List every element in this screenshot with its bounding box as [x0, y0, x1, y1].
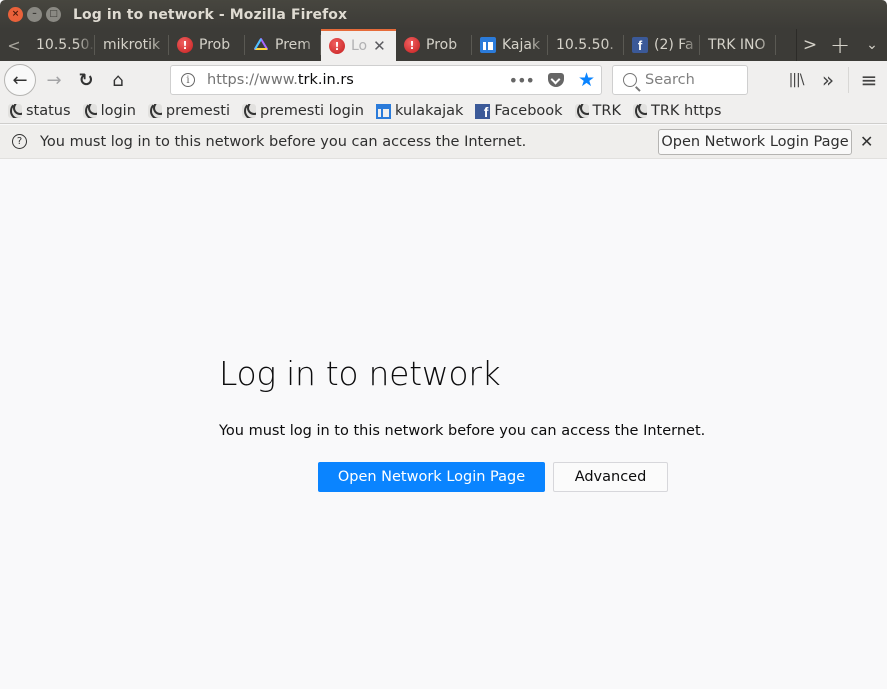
- page-actions-icon[interactable]: •••: [509, 71, 535, 90]
- bookmark-item[interactable]: f Facebook: [475, 103, 563, 119]
- open-network-login-button[interactable]: Open Network Login Page: [318, 462, 545, 492]
- advanced-button[interactable]: Advanced: [553, 462, 668, 492]
- mikrotik-icon: [8, 104, 22, 118]
- mikrotik-icon: [574, 104, 589, 118]
- tab-scroll-right-button[interactable]: >: [797, 29, 823, 61]
- back-button[interactable]: ←: [4, 64, 36, 96]
- mikrotik-icon: [82, 104, 97, 118]
- tab-scroll-left-button[interactable]: <: [0, 29, 28, 61]
- tab[interactable]: 10.5.50.: [548, 29, 624, 61]
- bookmark-label: TRK: [592, 103, 621, 119]
- bookmark-item[interactable]: TRK https: [633, 103, 721, 119]
- bookmark-label: premesti login: [259, 103, 364, 119]
- window-close-button[interactable]: ×: [8, 7, 23, 22]
- tabstrip-controls: > + ⌄: [796, 29, 887, 61]
- page-content: Log in to network You must log in to thi…: [0, 160, 887, 689]
- window-maximize-button[interactable]: □: [46, 7, 61, 22]
- facebook-icon: f: [475, 103, 491, 119]
- open-login-page-button[interactable]: Open Network Login Page: [658, 129, 852, 155]
- bookmark-item[interactable]: status: [8, 103, 71, 119]
- tab-close-icon[interactable]: ✕: [373, 37, 386, 55]
- search-placeholder: Search: [645, 72, 695, 88]
- tab[interactable]: f (2) Fa: [624, 29, 700, 61]
- bookmark-item[interactable]: premesti: [147, 103, 230, 119]
- facebook-icon: f: [632, 37, 648, 53]
- bookmark-label: login: [100, 103, 136, 119]
- tab-label: Lo: [351, 38, 368, 54]
- pocket-icon[interactable]: [547, 73, 564, 87]
- error-icon: !: [404, 37, 420, 53]
- url-host: trk.in.rs: [297, 72, 354, 88]
- mikrotik-icon: [147, 104, 162, 118]
- bookmark-item[interactable]: premesti login: [241, 103, 364, 119]
- tab-label: Prob: [426, 37, 458, 53]
- tab[interactable]: 10.5.50.: [28, 29, 95, 61]
- page-description: You must log in to this network before y…: [219, 423, 706, 439]
- tab[interactable]: ! Prob: [169, 29, 245, 61]
- bookmark-label: status: [26, 103, 71, 119]
- close-icon[interactable]: ✕: [860, 132, 873, 151]
- bookmark-label: TRK https: [651, 103, 722, 119]
- bookmarks-toolbar: status login premesti premesti login kul…: [0, 99, 887, 124]
- captive-portal-notification: ? You must log in to this network before…: [0, 125, 887, 159]
- home-button[interactable]: ⌂: [103, 65, 133, 95]
- kajak-icon: [480, 37, 496, 53]
- bookmark-label: Facebook: [494, 103, 563, 119]
- forward-button[interactable]: →: [39, 65, 69, 95]
- mikrotik-icon: [241, 104, 256, 118]
- bookmark-label: kulakajak: [395, 103, 464, 119]
- search-icon: [623, 73, 637, 87]
- bookmark-label: premesti: [165, 103, 230, 119]
- new-tab-button[interactable]: +: [823, 29, 857, 61]
- search-input[interactable]: Search: [612, 65, 748, 95]
- window-title: Log in to network - Mozilla Firefox: [73, 6, 348, 23]
- tab-partial: [776, 29, 788, 61]
- tab-strip: < 10.5.50. mikrotik ! Prob Prem ! Lo ✕ !…: [0, 29, 887, 61]
- tab[interactable]: mikrotik: [95, 29, 169, 61]
- tab[interactable]: Kajak: [472, 29, 548, 61]
- bookmark-item[interactable]: kulakajak: [376, 103, 463, 119]
- tab[interactable]: ! Prob: [396, 29, 472, 61]
- ring-icon: [253, 37, 269, 53]
- bookmark-star-icon[interactable]: ★: [578, 69, 595, 91]
- window-minimize-button[interactable]: –: [27, 7, 42, 22]
- hamburger-menu-icon[interactable]: ≡: [853, 68, 885, 92]
- list-all-tabs-button[interactable]: ⌄: [857, 29, 887, 61]
- error-icon: !: [329, 38, 345, 54]
- site-info-icon[interactable]: i: [175, 73, 201, 87]
- notification-text: You must log in to this network before y…: [40, 133, 527, 150]
- url-prefix: https://www.: [207, 72, 298, 88]
- tab[interactable]: TRK INO: [700, 29, 776, 61]
- overflow-icon[interactable]: »: [812, 68, 844, 92]
- bookmark-item[interactable]: TRK: [574, 103, 621, 119]
- help-icon: ?: [12, 134, 27, 149]
- page-title: Log in to network: [219, 354, 501, 393]
- tab-label: TRK INO: [708, 37, 766, 53]
- kajak-icon: [376, 103, 391, 119]
- tab[interactable]: Prem: [245, 29, 321, 61]
- error-icon: !: [177, 37, 193, 53]
- window-titlebar: × – □ Log in to network - Mozilla Firefo…: [0, 0, 887, 29]
- bookmark-item[interactable]: login: [82, 103, 136, 119]
- tab-active[interactable]: ! Lo ✕: [321, 29, 396, 61]
- url-bar[interactable]: i https://www. trk.in.rs ••• ★: [170, 65, 602, 95]
- reload-button[interactable]: ↻: [71, 65, 101, 95]
- mikrotik-icon: [633, 104, 647, 118]
- navigation-toolbar: ← → ↻ ⌂ i https://www. trk.in.rs ••• ★ Se…: [0, 61, 887, 99]
- library-icon[interactable]: |||\: [780, 72, 812, 88]
- toolbar-divider: [848, 67, 849, 93]
- tab-label: Prob: [199, 37, 231, 53]
